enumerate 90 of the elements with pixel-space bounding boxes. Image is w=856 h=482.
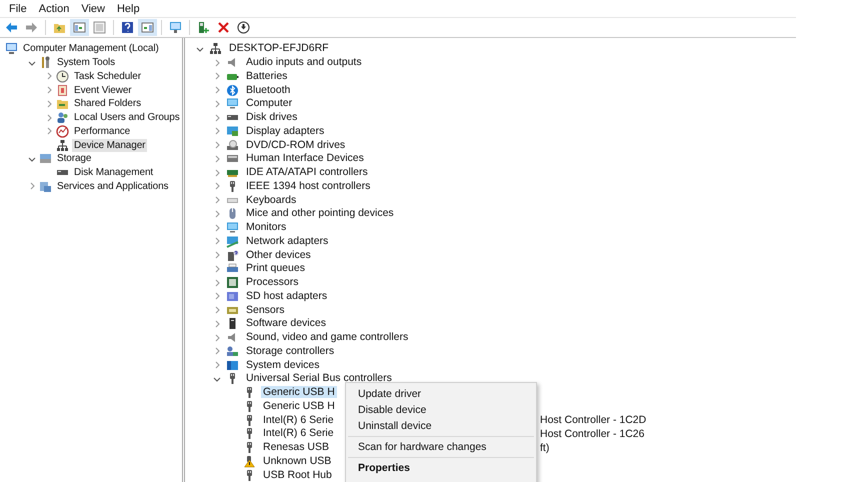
tree-item[interactable]: Print queues (244, 262, 307, 276)
chip-icon (226, 276, 239, 290)
folder-up-icon (53, 21, 66, 34)
tree-item[interactable]: Performance (72, 124, 132, 138)
tree-item[interactable]: Mice and other pointing devices (244, 207, 396, 220)
tree-item[interactable]: Unknown USB (261, 454, 334, 467)
folder-icon (56, 97, 69, 110)
menu-item[interactable]: Update driver (346, 386, 536, 402)
tree-item[interactable]: Task Scheduler (72, 70, 143, 83)
tree-item-text: Host Controller - 1C26 (540, 428, 644, 440)
tree-item[interactable]: Network adapters (244, 234, 330, 248)
menu-item[interactable]: Uninstall device (346, 418, 536, 434)
document-icon (56, 84, 69, 97)
monitor-icon (226, 221, 239, 234)
users-icon (56, 111, 69, 124)
back-arrow-icon (5, 21, 18, 34)
tree-item[interactable]: Renesas USB (261, 441, 331, 454)
network-tree-icon (209, 42, 222, 56)
tree-item[interactable]: IEEE 1394 host controllers (244, 180, 372, 193)
console-tree-icon (73, 21, 86, 34)
tree-item[interactable]: Software devices (244, 317, 328, 330)
tree-item[interactable]: Generic USB H (261, 386, 337, 398)
tree-item[interactable]: Monitors (244, 221, 288, 234)
gauge-icon (56, 124, 69, 138)
tree-item[interactable]: Storage controllers (244, 344, 336, 358)
console-tree-button[interactable] (70, 19, 89, 36)
tree-item[interactable]: Display adapters (244, 124, 326, 138)
action-pane-icon (141, 21, 154, 34)
menu-item[interactable]: Help (110, 2, 146, 14)
menu-item[interactable]: Properties (346, 460, 536, 476)
tree-item[interactable]: System devices (244, 358, 322, 372)
bluetooth-icon (226, 84, 239, 97)
panel-icon (93, 21, 106, 34)
menu-item[interactable]: Disable device (346, 402, 536, 418)
add-device-icon (197, 21, 210, 34)
action-pane-button[interactable] (138, 19, 157, 36)
tree-item[interactable]: Processors (244, 276, 301, 290)
tree-item[interactable]: Batteries (244, 70, 290, 83)
tree-item[interactable]: Keyboards (244, 194, 298, 207)
tree-item[interactable]: Computer (244, 97, 294, 110)
tree-item[interactable]: USB Root Hub (261, 468, 334, 481)
tree-item[interactable]: Services and Applications (55, 180, 170, 193)
tree-item[interactable]: Device Manager (72, 138, 148, 152)
clock-icon (56, 70, 69, 83)
tree-item[interactable]: IDE ATA/ATAPI controllers (244, 166, 370, 180)
tools-icon (39, 56, 52, 70)
tree-item[interactable]: Computer Management (Local) (21, 42, 161, 56)
tree-item[interactable]: Event Viewer (72, 84, 134, 97)
tree-item[interactable]: Bluetooth (244, 84, 292, 97)
tree-item[interactable]: Disk Management (72, 166, 156, 180)
tree-item[interactable]: Human Interface Devices (244, 152, 366, 166)
unknown-device-icon (226, 248, 239, 262)
tree-item[interactable]: Other devices (244, 248, 313, 262)
forward-arrow-icon (25, 21, 38, 34)
tree-item[interactable]: Storage (55, 152, 94, 166)
storage-icon (39, 152, 52, 166)
tree-item[interactable]: Universal Serial Bus controllers (244, 372, 394, 386)
tree-item[interactable]: DVD/CD-ROM drives (244, 138, 348, 152)
tree-item[interactable]: Shared Folders (72, 97, 143, 110)
tree-item[interactable]: Disk drives (244, 111, 300, 124)
tree-item[interactable]: SD host adapters (244, 290, 330, 303)
help-icon (121, 21, 134, 34)
menu-item[interactable]: Action (32, 2, 76, 14)
tree-item[interactable]: Audio inputs and outputs (244, 56, 364, 70)
tree-item[interactable]: Sensors (244, 304, 287, 317)
menu-item[interactable]: View (75, 2, 111, 14)
display-card-icon (226, 124, 239, 138)
delete-icon (217, 21, 230, 34)
window-icon (39, 180, 52, 193)
menu-item[interactable]: Scan for hardware changes (346, 439, 536, 455)
monitor-icon (169, 21, 182, 34)
tree-item[interactable]: System Tools (55, 56, 118, 70)
menu-item[interactable]: File (3, 2, 33, 14)
system-icon (226, 358, 239, 372)
download-icon (237, 21, 250, 34)
card-icon (226, 290, 239, 303)
monitor-icon (226, 97, 239, 110)
disc-drive-icon (226, 138, 239, 152)
tree-item[interactable]: Local Users and Groups (72, 111, 182, 124)
tree-item-text: Host Controller - 1C2D (540, 414, 646, 426)
tree-item[interactable]: Intel(R) 6 Serie (261, 427, 336, 440)
tree-item[interactable]: DESKTOP-EFJD6RF (227, 42, 331, 56)
tree-item[interactable]: Intel(R) 6 Serie (261, 414, 336, 426)
tree-item-text: ft) (540, 442, 550, 454)
computer-icon (5, 42, 18, 56)
storage-controller-icon (226, 344, 239, 358)
tree-item[interactable]: Sound, video and game controllers (244, 331, 410, 344)
network-icon (226, 234, 239, 248)
network-tree-icon (56, 138, 69, 152)
tree-item[interactable]: Generic USB H (261, 400, 337, 412)
